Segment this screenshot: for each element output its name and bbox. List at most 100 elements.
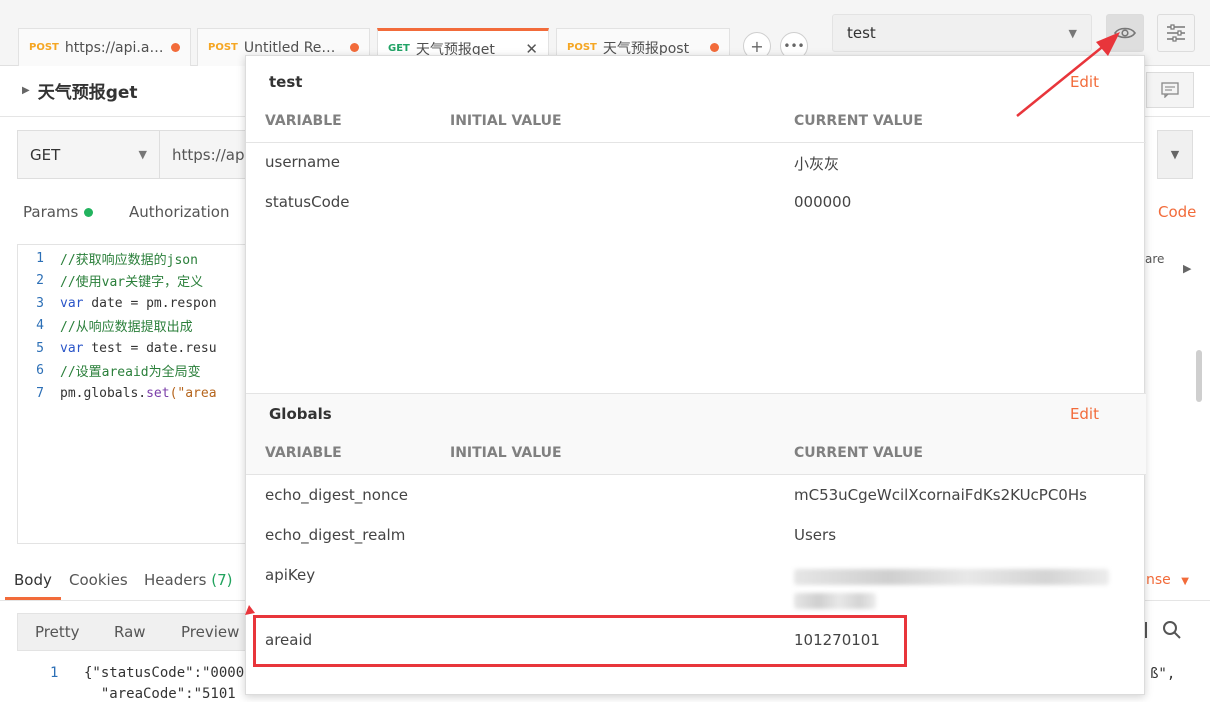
environment-title: test: [269, 73, 303, 91]
code-comment: //使用var关键字，定义: [60, 274, 204, 290]
variable-name: echo_digest_nonce: [265, 486, 408, 504]
url-value: https://api: [172, 145, 249, 164]
tab-label: Untitled Requ...: [243, 39, 344, 56]
redacted-value: [794, 593, 876, 609]
response-line: {"statusCode":"00000: [84, 665, 253, 681]
line-number: 7: [36, 385, 44, 401]
code-line: 1 //获取响应数据的json: [18, 247, 198, 269]
variable-current-value: Users: [794, 526, 837, 544]
tab-cookies[interactable]: Cookies: [69, 571, 128, 589]
script-editor[interactable]: 1 //获取响应数据的json 2 //使用var关键字，定义 3 var da…: [17, 244, 257, 544]
environment-selected: test: [847, 24, 876, 42]
column-header-current: CURRENT VALUE: [794, 445, 923, 461]
line-number: 1: [50, 665, 59, 681]
environment-quick-look: test Edit VARIABLE INITIAL VALUE CURRENT…: [245, 55, 1146, 695]
caret-right-icon[interactable]: ▶: [22, 85, 30, 96]
line-number: 3: [36, 295, 44, 311]
unsaved-dot: [350, 43, 359, 52]
request-name: 天气预报get: [37, 83, 138, 103]
variable-current-value: mC53uCgeWcilXcornaiFdKs2KUcPC0Hs: [794, 486, 1087, 504]
comment-icon: [1161, 82, 1179, 98]
code-object: pm.globals.: [60, 385, 147, 401]
tab-params-label: Params: [23, 203, 79, 221]
save-response-button[interactable]: nse ▼: [1146, 572, 1189, 588]
globals-header: [246, 393, 1146, 475]
column-header-initial: INITIAL VALUE: [450, 113, 562, 129]
unsaved-dot: [710, 43, 719, 52]
code-keyword: var: [60, 295, 84, 311]
view-raw[interactable]: Raw: [114, 623, 146, 641]
code-text: test = date.resu: [83, 340, 217, 356]
code-line: 2 //使用var关键字，定义: [18, 269, 203, 291]
annotation-highlight-box: [253, 615, 907, 667]
chevron-right-icon[interactable]: ▶: [1183, 262, 1191, 275]
line-number: 5: [36, 340, 44, 356]
variable-current-value: 小灰灰: [794, 155, 840, 173]
comments-button[interactable]: [1146, 72, 1194, 108]
manage-environments-button[interactable]: [1157, 14, 1195, 52]
view-preview[interactable]: Preview: [181, 623, 239, 641]
method-value: GET: [30, 145, 61, 164]
unsaved-dot: [171, 43, 180, 52]
line-number: 2: [36, 272, 44, 288]
code-link[interactable]: Code: [1158, 203, 1196, 221]
method-tag: GET: [388, 43, 410, 54]
method-tag: POST: [567, 42, 597, 53]
globals-title: Globals: [269, 405, 332, 423]
variable-current-value: 000000: [794, 193, 852, 211]
code-comment: //设置areaid为全局变: [60, 364, 201, 380]
method-tag: POST: [208, 42, 238, 53]
tab-body[interactable]: Body: [14, 571, 52, 589]
edit-globals-link[interactable]: Edit: [1070, 405, 1099, 423]
code-comment: //获取响应数据的json: [60, 252, 198, 268]
tab-params[interactable]: Params: [23, 203, 94, 221]
code-function: set: [146, 385, 170, 401]
line-number: 4: [36, 317, 44, 333]
send-options-button[interactable]: ▼: [1157, 130, 1193, 179]
code-keyword: var: [60, 340, 84, 356]
variable-name: echo_digest_realm: [265, 526, 406, 544]
sliders-icon: [1167, 24, 1185, 42]
code-text: date = pm.respon: [83, 295, 217, 311]
variable-name: apiKey: [265, 566, 316, 584]
side-text: are: [1145, 252, 1165, 266]
code-line: 7 pm.globals. set ("area: [18, 382, 217, 404]
chevron-down-icon: ▼: [1181, 576, 1189, 587]
tab-headers[interactable]: Headers (7): [144, 571, 232, 589]
search-icon[interactable]: [1162, 620, 1182, 644]
column-header-initial: INITIAL VALUE: [450, 445, 562, 461]
scrollbar[interactable]: [1196, 350, 1202, 402]
request-title[interactable]: ▶ 天气预报get: [22, 78, 138, 103]
code-comment: //从响应数据提取出成: [60, 319, 193, 335]
save-response-label: nse: [1146, 572, 1171, 588]
view-pretty[interactable]: Pretty: [35, 623, 80, 641]
response-line: "areaCode":"5101: [84, 686, 236, 702]
line-number: 1: [36, 250, 44, 266]
variable-name: statusCode: [265, 193, 350, 211]
method-select[interactable]: GET ▼: [17, 130, 160, 179]
tab-authorization-label: Authorization: [129, 203, 230, 221]
code-line: 3 var date = pm.respon: [18, 292, 217, 314]
line-number: 6: [36, 362, 44, 378]
chevron-down-icon: ▼: [138, 148, 147, 161]
tab-authorization[interactable]: Authorization: [129, 203, 229, 221]
code-line: 6 //设置areaid为全局变: [18, 359, 201, 381]
code-text: ("area: [169, 385, 217, 401]
request-tab[interactable]: POST https://api.api...: [18, 28, 191, 66]
column-header-variable: VARIABLE: [265, 445, 342, 461]
status-dot: [84, 207, 94, 217]
code-line: 4 //从响应数据提取出成: [18, 314, 193, 336]
variable-name: username: [265, 153, 340, 171]
redacted-value: [794, 569, 1109, 585]
column-header-current: CURRENT VALUE: [794, 113, 923, 129]
method-tag: POST: [29, 42, 59, 53]
annotation-arrow-tip: [245, 605, 255, 615]
column-header-variable: VARIABLE: [265, 113, 342, 129]
response-line-tail: ß",: [1150, 666, 1176, 682]
code-line: 5 var test = date.resu: [18, 337, 217, 359]
divider: [246, 142, 1146, 143]
annotation-arrow: [1016, 32, 1120, 117]
chevron-down-icon: ▼: [1170, 148, 1180, 161]
tab-headers-label: Headers: [144, 571, 207, 589]
tab-label: https://api.api...: [64, 39, 165, 56]
